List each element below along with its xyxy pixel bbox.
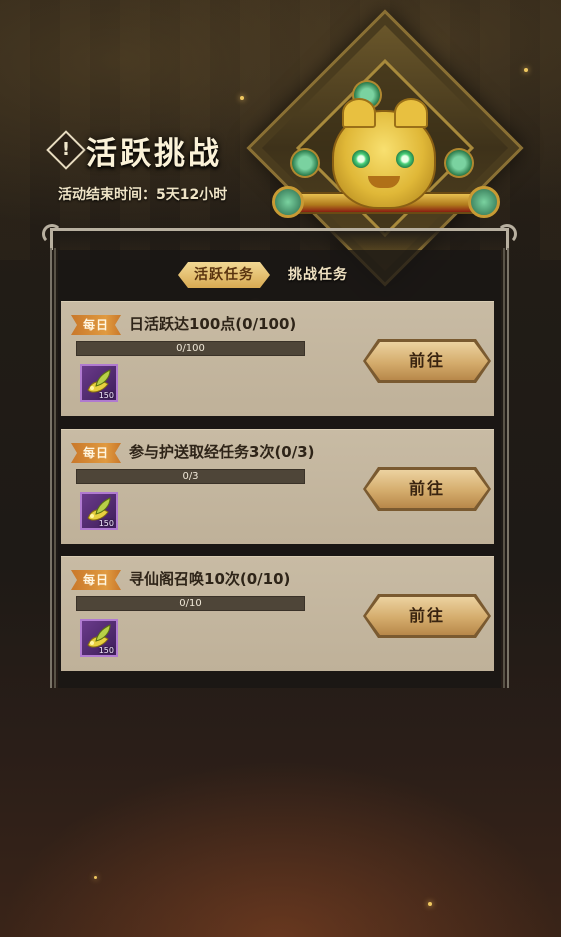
daily-tag: 每日 [71,315,121,335]
sparkle [428,902,432,906]
frame-ornament-left [42,224,62,244]
beast-mouth [368,176,400,188]
beast-horn [394,98,428,128]
go-button[interactable]: 前往 [366,597,488,635]
beast-eye [352,150,370,168]
task-progress-bar: 0/100 [76,341,305,356]
progress-text: 0/10 [179,598,202,609]
daily-tag: 每日 [71,570,121,590]
reward-item[interactable]: 150 [80,619,118,657]
emblem-orb-right [444,148,474,178]
task-title: 寻仙阁召唤10次(0/10) [129,570,291,588]
emblem-scepter-end-left [272,186,304,218]
go-button[interactable]: 前往 [366,342,488,380]
exclamation-icon: ! [61,139,71,160]
reward-item[interactable]: 150 [80,492,118,530]
reward-quantity: 150 [98,519,114,528]
task-title: 日活跃达100点(0/100) [129,315,297,333]
panel-frame-right [503,248,509,688]
frame-ornament-right [497,224,517,244]
background-glow [0,760,561,937]
beast-horn [342,98,376,128]
emblem-orb-left [290,148,320,178]
reward-quantity: 150 [98,391,114,400]
task-card: 每日 寻仙阁召唤10次(0/10) 0/10 150 前往 [61,556,494,671]
progress-text: 0/100 [176,343,205,354]
tab-active-tasks[interactable]: 活跃任务 [178,262,270,288]
reward-item[interactable]: 150 [80,364,118,402]
page-title: 活跃挑战 [86,136,222,172]
task-progress-bar: 0/10 [76,596,305,611]
beast-eye [396,150,414,168]
panel-frame-left [50,248,56,688]
reward-quantity: 150 [98,646,114,655]
sparkle [94,876,97,879]
tab-challenge-tasks[interactable]: 挑战任务 [288,262,372,288]
task-card: 每日 日活跃达100点(0/100) 0/100 150 前往 [61,301,494,416]
task-progress-bar: 0/3 [76,469,305,484]
panel-frame-top [50,228,509,250]
task-title: 参与护送取经任务3次(0/3) [129,443,315,461]
emblem-scepter-end-right [468,186,500,218]
event-end-time: 活动结束时间：5天12小时 [58,187,228,203]
progress-text: 0/3 [182,471,199,482]
go-button[interactable]: 前往 [366,470,488,508]
daily-tag: 每日 [71,443,121,463]
lion-beast-icon [332,98,436,209]
task-card: 每日 参与护送取经任务3次(0/3) 0/3 150 前往 [61,429,494,544]
